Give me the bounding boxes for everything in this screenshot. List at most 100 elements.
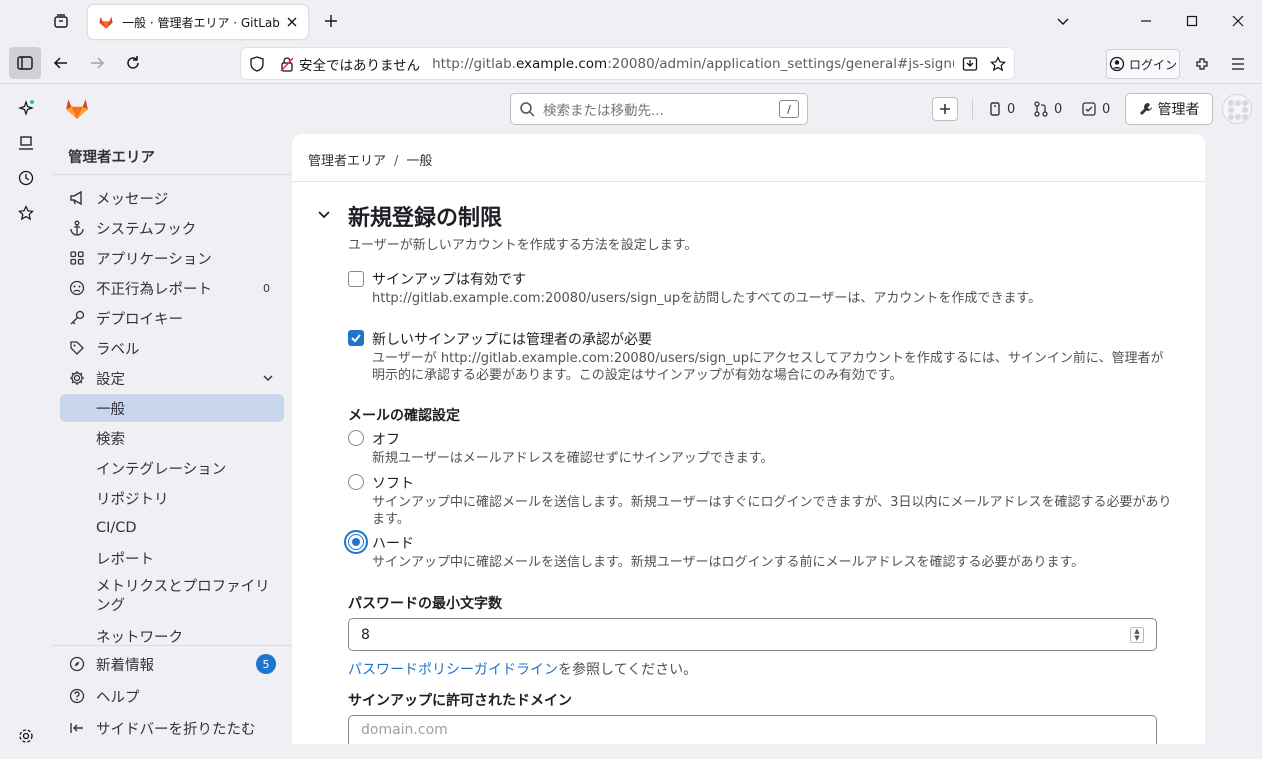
email-confirm-hard-help: サインアップ中に確認メールを送信します。新規ユーザーはログインする前にメールアド…	[372, 555, 1085, 570]
whats-new-badge: 5	[256, 654, 276, 674]
sidebar-item-settings[interactable]: 設定	[60, 364, 284, 392]
sidebar-subitem-metrics[interactable]: メトリクスとプロファイリング	[60, 574, 284, 618]
email-confirmation-title: メールの確認設定	[348, 408, 460, 424]
checkmark-icon	[351, 334, 361, 343]
new-tab-icon[interactable]	[315, 5, 347, 37]
shield-icon[interactable]	[249, 55, 265, 72]
list-tabs-icon[interactable]	[1047, 5, 1079, 37]
anchor-icon	[68, 219, 86, 237]
url-bar[interactable]: 安全ではありません http://gitlab.example.com:2008…	[241, 48, 1014, 79]
sidebar-item-messages[interactable]: メッセージ	[60, 184, 284, 212]
breadcrumb-current[interactable]: 一般	[406, 154, 432, 169]
todo-button[interactable]: 0	[1081, 95, 1110, 123]
require-approval-help: ユーザーが http://gitlab.example.com:20080/us…	[372, 351, 1164, 383]
close-window-icon[interactable]	[1222, 5, 1254, 37]
apps-icon	[68, 249, 86, 267]
sidebar-collapse-button[interactable]: サイドバーを折りたたむ	[60, 714, 284, 742]
forward-icon[interactable]	[81, 47, 113, 79]
back-icon[interactable]	[45, 47, 77, 79]
gear-icon	[68, 369, 86, 387]
sidebar-subitem-search[interactable]: 検索	[60, 424, 284, 452]
breadcrumb-divider	[292, 181, 1205, 182]
browser-login-button[interactable]: ログイン	[1106, 49, 1180, 79]
sidebar-subitem-network[interactable]: ネットワーク	[60, 622, 284, 646]
plus-icon	[940, 104, 950, 114]
bookmarks-icon[interactable]	[10, 197, 42, 229]
create-new-button[interactable]	[932, 97, 958, 121]
browser-sidebar	[0, 84, 52, 759]
sidebar-subitem-repository[interactable]: リポジトリ	[60, 484, 284, 512]
sidebar-item-system-hooks[interactable]: システムフック	[60, 214, 284, 242]
insecure-label: 安全ではありません	[299, 57, 421, 74]
email-confirm-soft-radio[interactable]	[348, 474, 364, 490]
search-shortcut: /	[779, 100, 799, 118]
tab-title: 一般 · 管理者エリア · GitLab	[122, 15, 280, 30]
sidebar-item-whats-new[interactable]: 新着情報 5	[60, 650, 284, 678]
password-min-length-input[interactable]: 8 ▲ ▼	[348, 618, 1157, 651]
sidebar-footer-divider	[52, 645, 292, 646]
chevron-down-icon	[262, 372, 274, 384]
customize-sidebar-icon[interactable]	[10, 720, 42, 752]
gitlab-favicon-icon	[99, 16, 113, 29]
search-input[interactable]: 検索または移動先... /	[510, 93, 808, 125]
email-confirm-hard-label[interactable]: ハード	[372, 533, 414, 553]
synced-tabs-icon[interactable]	[10, 127, 42, 159]
breadcrumb-admin-area[interactable]: 管理者エリア	[308, 154, 386, 169]
issues-button[interactable]: 0	[988, 95, 1015, 123]
label-icon	[68, 339, 86, 357]
issues-icon	[990, 102, 1000, 116]
admin-sidebar: 管理者エリア メッセージ システムフック アプリケーション 不正行為レポート 0…	[52, 134, 292, 759]
extensions-icon[interactable]	[1186, 48, 1218, 80]
password-min-length-label: パスワードの最小文字数	[348, 596, 502, 612]
reload-icon[interactable]	[117, 47, 149, 79]
allowed-domains-input[interactable]: domain.com	[348, 715, 1157, 744]
search-placeholder: 検索または移動先...	[543, 103, 664, 119]
menu-icon[interactable]	[1222, 48, 1254, 80]
history-icon[interactable]	[10, 162, 42, 194]
signup-enabled-label[interactable]: サインアップは有効です	[372, 269, 526, 289]
section-title[interactable]: 新規登録の制限	[348, 200, 502, 232]
email-confirm-hard-radio[interactable]	[348, 534, 364, 550]
sidebar-subitem-reports[interactable]: レポート	[60, 544, 284, 572]
browser-tab-active[interactable]: 一般 · 管理者エリア · GitLab	[88, 5, 308, 39]
ai-chat-icon[interactable]	[10, 92, 42, 124]
gitlab-logo-icon[interactable]	[64, 95, 90, 121]
sidebar-item-applications[interactable]: アプリケーション	[60, 244, 284, 272]
close-tab-icon[interactable]	[286, 16, 298, 28]
require-approval-checkbox[interactable]	[348, 330, 364, 346]
avatar[interactable]	[1222, 94, 1252, 124]
section-collapse-chevron-icon[interactable]	[317, 207, 331, 221]
email-confirm-off-radio[interactable]	[348, 430, 364, 446]
sidebar-item-deploy-keys[interactable]: デプロイキー	[60, 304, 284, 332]
main-content: 管理者エリア / 一般 新規登録の制限 ユーザーが新しいアカウントを作成する方法を設…	[292, 134, 1205, 744]
email-confirm-off-label[interactable]: オフ	[372, 429, 400, 449]
sidebar-scroll-clip: ネットワーク	[52, 622, 292, 646]
save-page-icon[interactable]	[962, 56, 978, 72]
signup-enabled-checkbox[interactable]	[348, 271, 364, 287]
maximize-icon[interactable]	[1176, 5, 1208, 37]
url-text[interactable]: http://gitlab.example.com:20080/admin/ap…	[432, 56, 954, 72]
sidebar-item-abuse-reports[interactable]: 不正行為レポート 0	[60, 274, 284, 302]
email-confirm-soft-label[interactable]: ソフト	[372, 473, 414, 493]
sidebar-item-help[interactable]: ヘルプ	[60, 682, 284, 710]
sidebar-toggle-icon[interactable]	[9, 47, 41, 79]
sidebar-subitem-general[interactable]: 一般	[60, 394, 284, 422]
browser-tab-bar: 一般 · 管理者エリア · GitLab	[0, 0, 1262, 42]
email-confirm-soft-help: サインアップ中に確認メールを送信します。新規ユーザーはすぐにログインできますが、…	[372, 495, 1172, 527]
admin-button[interactable]: 管理者	[1125, 93, 1213, 125]
insecure-lock-icon[interactable]	[279, 56, 295, 72]
number-stepper-icon[interactable]: ▲ ▼	[1130, 627, 1144, 643]
sidebar-subitem-integrations[interactable]: インテグレーション	[60, 454, 284, 482]
require-approval-label[interactable]: 新しいサインアップには管理者の承認が必要	[372, 329, 652, 349]
minimize-icon[interactable]	[1130, 5, 1162, 37]
merge-requests-button[interactable]: 0	[1033, 95, 1062, 123]
tab-overview-icon[interactable]	[45, 5, 77, 37]
sidebar-subitem-cicd[interactable]: CI/CD	[60, 514, 284, 542]
key-icon	[68, 309, 86, 327]
password-policy-link[interactable]: パスワードポリシーガイドライン	[348, 662, 558, 678]
email-confirm-off-help: 新規ユーザーはメールアドレスを確認せずにサインアップできます。	[372, 451, 774, 466]
password-policy-help: パスワードポリシーガイドラインを参照してください。	[348, 662, 698, 678]
bookmark-star-icon[interactable]	[990, 55, 1006, 72]
sidebar-item-labels[interactable]: ラベル	[60, 334, 284, 362]
merge-request-icon	[1034, 101, 1048, 117]
